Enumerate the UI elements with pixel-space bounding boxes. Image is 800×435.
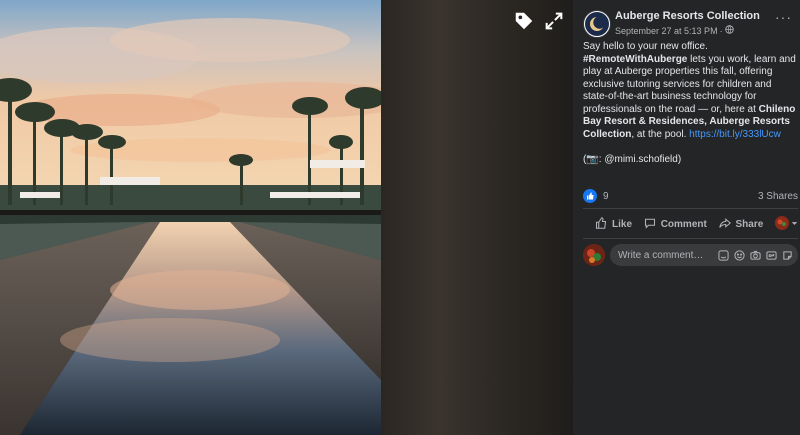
post-photo[interactable] (0, 0, 381, 435)
shares-count[interactable]: 3 Shares (758, 191, 798, 202)
post-details-panel: Auberge Resorts Collection September 27 … (573, 0, 800, 435)
share-arrow-icon (718, 217, 731, 232)
photo-credit-suffix: ) (677, 153, 682, 165)
caret-down-icon (791, 219, 798, 230)
comment-box (610, 244, 798, 266)
expand-icon[interactable] (543, 10, 567, 34)
like-button[interactable]: Like (595, 216, 633, 232)
page-name[interactable]: Auberge Resorts Collection (615, 10, 760, 22)
reaction-summary[interactable]: 9 (583, 189, 609, 203)
short-link[interactable]: https://bit.ly/333lUcw (689, 129, 781, 140)
tag-icon[interactable] (513, 10, 537, 34)
gif-icon[interactable] (765, 249, 777, 261)
share-label: Share (735, 218, 764, 230)
camera-icon[interactable] (749, 249, 761, 261)
blurred-backdrop (381, 0, 573, 435)
sticker-icon[interactable] (781, 249, 793, 261)
page-avatar[interactable] (583, 10, 611, 38)
globe-icon[interactable] (724, 25, 734, 36)
avatar-sticker-icon[interactable] (717, 249, 729, 261)
react-as-selector[interactable] (775, 215, 798, 233)
divider-top (583, 208, 798, 209)
reaction-count: 9 (603, 190, 609, 202)
post-intro: Say hello to your new office. (583, 41, 708, 52)
comment-bubble-icon (644, 217, 656, 232)
comment-input[interactable] (618, 249, 717, 261)
divider-bottom (583, 238, 798, 239)
comment-composer (583, 243, 798, 267)
post-meta: September 27 at 5:13 PM · (615, 25, 734, 36)
post-body-2: , at the pool. (631, 128, 690, 140)
post-date[interactable]: September 27 at 5:13 PM (615, 26, 718, 36)
more-dots-icon[interactable]: ··· (775, 10, 792, 24)
photo-credit-handle[interactable]: @mimi.schofield (604, 154, 678, 165)
resort-pool-image (0, 0, 381, 435)
profile-avatar-icon (775, 215, 789, 233)
hashtag-link[interactable]: #RemoteWithAuberge (583, 54, 687, 65)
thumbs-up-icon (595, 216, 607, 232)
meta-separator: · (719, 25, 723, 36)
user-avatar[interactable] (583, 244, 605, 266)
share-button[interactable]: Share (718, 217, 764, 232)
emoji-icon[interactable] (733, 249, 745, 261)
post-actions: Like Comment Share (583, 212, 798, 236)
photo-credit-prefix: (📷: (583, 153, 605, 165)
comment-tools (717, 249, 793, 261)
comment-label: Comment (660, 218, 707, 230)
photo-viewer (0, 0, 573, 435)
post-text: Say hello to your new office. #RemoteWit… (583, 41, 797, 166)
like-reaction-icon (583, 189, 597, 203)
comment-button[interactable]: Comment (644, 217, 707, 232)
like-label: Like (612, 218, 633, 230)
